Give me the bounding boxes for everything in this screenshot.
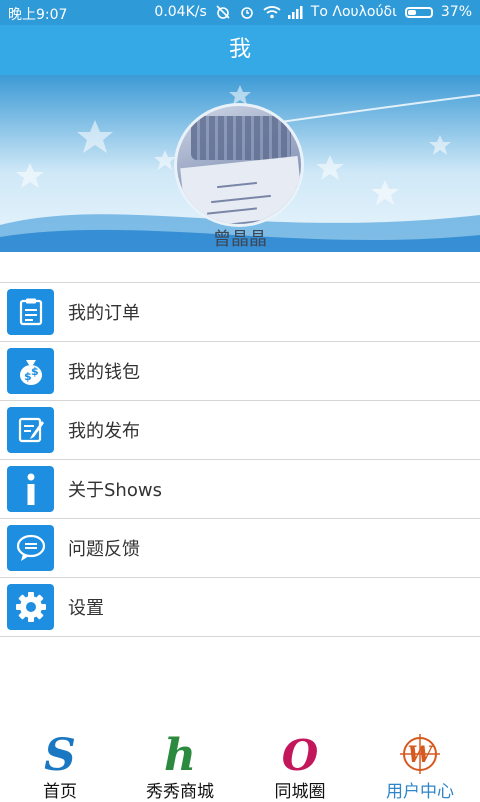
menu-item-label: 问题反馈 (68, 539, 140, 560)
battery-percent: 37% (440, 4, 472, 20)
status-bar: 晚上9:07 0.04K/s Το Λουλούδι 37% (0, 0, 480, 25)
svg-text:h: h (164, 732, 196, 776)
menu-item-label: 关于Shows (68, 480, 162, 501)
tab-user-center[interactable]: W 用户中心 (360, 728, 480, 802)
menu-item-label: 我的钱包 (68, 362, 140, 383)
alarm-clock-icon (239, 5, 255, 19)
svg-text:S: S (44, 732, 76, 776)
tab-mall[interactable]: h 秀秀商城 (120, 728, 240, 802)
svg-text:O: O (282, 732, 319, 776)
order-clipboard-icon (7, 289, 54, 335)
carrier-name: Το Λουλούδι (310, 4, 397, 20)
edit-note-icon (7, 407, 54, 453)
tab-label: 首页 (43, 782, 77, 802)
signal-icon (287, 5, 303, 19)
username: 曾晶晶 (213, 229, 267, 250)
tab-label: 秀秀商城 (146, 782, 214, 802)
menu-item-orders[interactable]: 我的订单 (0, 282, 480, 342)
bottom-navigation: S 首页 h 秀秀商城 O 同城圈 W 用户中心 (0, 728, 480, 802)
tab-home[interactable]: S 首页 (0, 728, 120, 802)
svg-text:W: W (408, 742, 435, 768)
tab-local-circle[interactable]: O 同城圈 (240, 728, 360, 802)
page-title: 我 (0, 25, 480, 75)
menu-item-label: 我的发布 (68, 421, 140, 442)
wifi-icon (263, 5, 281, 19)
avatar[interactable] (174, 103, 304, 227)
profile-banner: 曾晶晶 (0, 75, 480, 252)
status-time: 晚上9:07 (8, 7, 68, 23)
info-icon (7, 466, 54, 512)
home-logo-icon: S (0, 732, 120, 776)
gear-icon (7, 584, 54, 630)
menu-item-settings[interactable]: 设置 (0, 578, 480, 637)
tab-label: 用户中心 (386, 782, 454, 802)
user-center-logo-icon: W (360, 732, 480, 776)
menu-item-wallet[interactable]: $ $ 我的钱包 (0, 342, 480, 401)
menu-item-posts[interactable]: 我的发布 (0, 401, 480, 460)
menu-item-label: 我的订单 (68, 303, 140, 324)
svg-text:$: $ (31, 365, 39, 378)
circle-logo-icon: O (240, 732, 360, 776)
alarm-off-icon (215, 5, 231, 19)
mall-logo-icon: h (120, 732, 240, 776)
menu-list: 我的订单 $ $ 我的钱包 我的发布 关于Shows 问题反馈 设置 (0, 282, 480, 637)
battery-icon (404, 6, 433, 18)
network-speed: 0.04K/s (154, 4, 207, 20)
menu-item-about[interactable]: 关于Shows (0, 460, 480, 519)
tab-label: 同城圈 (274, 782, 326, 802)
money-bag-icon: $ $ (7, 348, 54, 394)
menu-item-label: 设置 (68, 598, 104, 619)
chat-bubble-icon (7, 525, 54, 571)
menu-item-feedback[interactable]: 问题反馈 (0, 519, 480, 578)
